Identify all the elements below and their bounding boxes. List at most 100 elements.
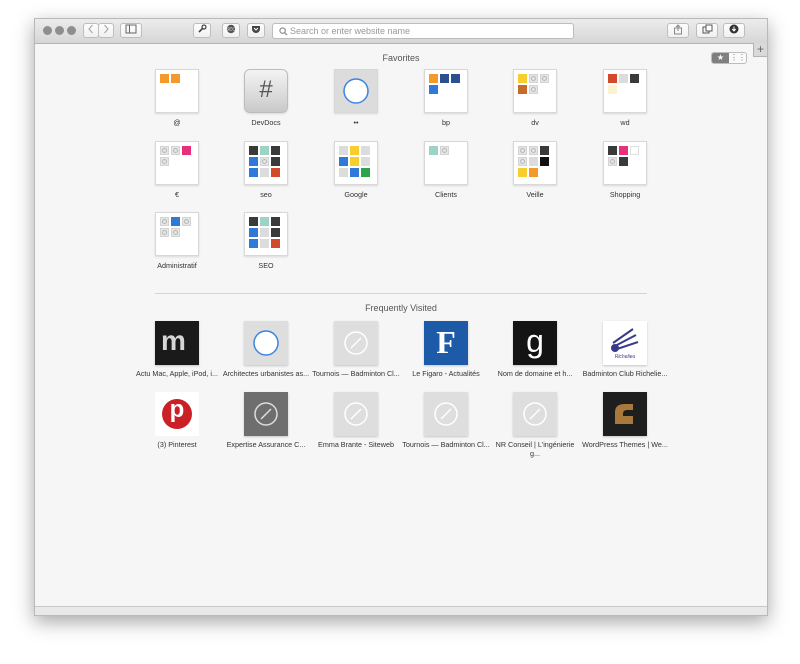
frequent-thumbnail: p xyxy=(155,392,199,436)
favorite-tile-administratif[interactable]: Administratif xyxy=(132,212,222,272)
favorite-tile-bp[interactable]: bp xyxy=(401,69,491,129)
section-divider xyxy=(155,293,647,294)
frequent-label: Emma Brante - Siteweb xyxy=(318,440,394,449)
favorite-tile-seo[interactable]: seo xyxy=(221,141,311,201)
frequent-label: Tournois — Badminton Cl... xyxy=(402,440,490,449)
favorite-thumbnail xyxy=(244,212,288,256)
favorite-label: SEO xyxy=(258,261,274,270)
frequent-tile-emma-brante[interactable]: Emma Brante - Siteweb xyxy=(311,392,401,452)
favorite-thumbnail xyxy=(334,69,378,113)
grid-view-icon[interactable]: ⋮⋮ xyxy=(730,53,746,63)
safari-compass-icon xyxy=(253,330,279,356)
frequent-tile-tournois-1[interactable]: Tournois — Badminton Cl... xyxy=(311,321,401,381)
frequent-label: Actu Mac, Apple, iPod, i... xyxy=(136,369,218,378)
favorite-label: DevDocs xyxy=(251,118,281,127)
favorites-title: Favorites xyxy=(382,53,420,63)
frequent-tile-figaro[interactable]: F Le Figaro - Actualités xyxy=(401,321,491,381)
favorite-tile-wd[interactable]: wd xyxy=(580,69,670,129)
favorite-tile-clients[interactable]: Clients xyxy=(401,141,491,201)
favorite-tile-seo-upper[interactable]: SEO xyxy=(221,212,311,272)
figaro-logo-icon: F xyxy=(436,324,456,360)
favorite-thumbnail xyxy=(334,141,378,185)
favorite-thumbnail: # xyxy=(244,69,288,113)
frequent-thumbnail xyxy=(513,392,557,436)
frequent-label: Badminton Club Richelie... xyxy=(582,369,668,378)
favorite-thumbnail xyxy=(155,69,199,113)
back-button[interactable] xyxy=(83,23,99,38)
pocket-button[interactable] xyxy=(247,23,265,38)
frequent-label: Nom de domaine et h... xyxy=(497,369,573,378)
favorite-tile-devdocs[interactable]: # DevDocs xyxy=(221,69,311,129)
favorite-label: bp xyxy=(442,118,450,127)
share-icon xyxy=(674,24,682,35)
favorite-label: Administratif xyxy=(157,261,197,270)
svg-text:SEO: SEO xyxy=(226,27,236,32)
safari-compass-icon xyxy=(343,78,369,104)
pocket-icon xyxy=(252,26,260,33)
favorite-tile-shopping[interactable]: Shopping xyxy=(580,141,670,201)
sidebar-button[interactable] xyxy=(120,23,142,38)
extension-badge-icon: SEO xyxy=(226,24,236,34)
theme-logo-icon xyxy=(615,404,633,424)
favorite-thumbnail xyxy=(155,141,199,185)
toolbar: SEO xyxy=(35,19,767,44)
compass-placeholder-icon xyxy=(344,331,368,355)
favorite-label: Google xyxy=(344,190,368,199)
address-input[interactable] xyxy=(290,25,566,37)
favorite-label: wd xyxy=(620,118,630,127)
close-window-button[interactable] xyxy=(43,26,52,35)
frequent-tile-macg[interactable]: m Actu Mac, Apple, iPod, i... xyxy=(132,321,222,381)
favorite-label: @ xyxy=(173,118,181,127)
zoom-window-button[interactable] xyxy=(67,26,76,35)
frequent-tile-gandi[interactable]: g Nom de domaine et h... xyxy=(490,321,580,381)
favorite-label: •• xyxy=(353,118,359,127)
compass-placeholder-icon xyxy=(523,402,547,426)
share-button[interactable] xyxy=(667,23,689,38)
wrench-icon xyxy=(198,24,207,33)
frequent-thumbnail xyxy=(334,321,378,365)
favorites-view-star-icon[interactable]: ★ xyxy=(712,53,729,63)
favorite-label: Veille xyxy=(526,190,544,199)
devdocs-hash-icon: # xyxy=(259,76,273,103)
tabs-overview-icon xyxy=(702,24,712,34)
compass-placeholder-icon xyxy=(254,402,278,426)
favorite-tile-euro[interactable]: € xyxy=(132,141,222,201)
favorite-tile-at[interactable]: @ xyxy=(132,69,222,129)
extension-button[interactable]: SEO xyxy=(222,23,240,38)
favorite-thumbnail xyxy=(603,141,647,185)
frequent-tile-wordpress-themes[interactable]: WordPress Themes | We... xyxy=(580,392,670,452)
favorite-thumbnail xyxy=(513,141,557,185)
view-toggle[interactable]: ★ ⋮⋮ xyxy=(711,52,747,64)
frequent-label: (3) Pinterest xyxy=(157,440,197,449)
pinterest-letter: p xyxy=(169,396,185,423)
favorite-tile-dv[interactable]: dv xyxy=(490,69,580,129)
search-icon xyxy=(279,27,288,36)
downloads-button[interactable] xyxy=(723,23,745,38)
frequent-tile-nr-conseil[interactable]: NR Conseil | L'ingénierie g... xyxy=(490,392,580,458)
frequent-thumbnail: g xyxy=(513,321,557,365)
frequent-tile-expertise[interactable]: Expertise Assurance C... xyxy=(221,392,311,452)
richelieu-logo-text: Richelieu xyxy=(614,354,636,360)
address-bar[interactable] xyxy=(272,23,574,39)
frequent-tile-tournois-2[interactable]: Tournois — Badminton Cl... xyxy=(401,392,491,452)
frequent-thumbnail: F xyxy=(424,321,468,365)
frequent-label: WordPress Themes | We... xyxy=(582,440,668,449)
favorite-label: Shopping xyxy=(609,190,641,199)
favorite-label: Clients xyxy=(435,190,457,199)
favorite-tile-veille[interactable]: Veille xyxy=(490,141,580,201)
tools-button[interactable] xyxy=(193,23,211,38)
minimize-window-button[interactable] xyxy=(55,26,64,35)
frequent-tile-badminton-richelieu[interactable]: Richelieu Badminton Club Richelie... xyxy=(580,321,670,381)
frequent-thumbnail xyxy=(424,392,468,436)
favorite-thumbnail xyxy=(603,69,647,113)
frequent-thumbnail: m xyxy=(155,321,199,365)
favorite-tile-google[interactable]: Google xyxy=(311,141,401,201)
forward-button[interactable] xyxy=(98,23,114,38)
favorite-label: € xyxy=(175,190,179,199)
frequent-tile-architectes[interactable]: Architectes urbanistes as... xyxy=(221,321,311,381)
tabs-overview-button[interactable] xyxy=(696,23,718,38)
frequent-thumbnail xyxy=(603,392,647,436)
frequent-tile-pinterest[interactable]: p (3) Pinterest xyxy=(132,392,222,452)
favorite-tile-dots[interactable]: •• xyxy=(311,69,401,129)
favorite-thumbnail xyxy=(244,141,288,185)
